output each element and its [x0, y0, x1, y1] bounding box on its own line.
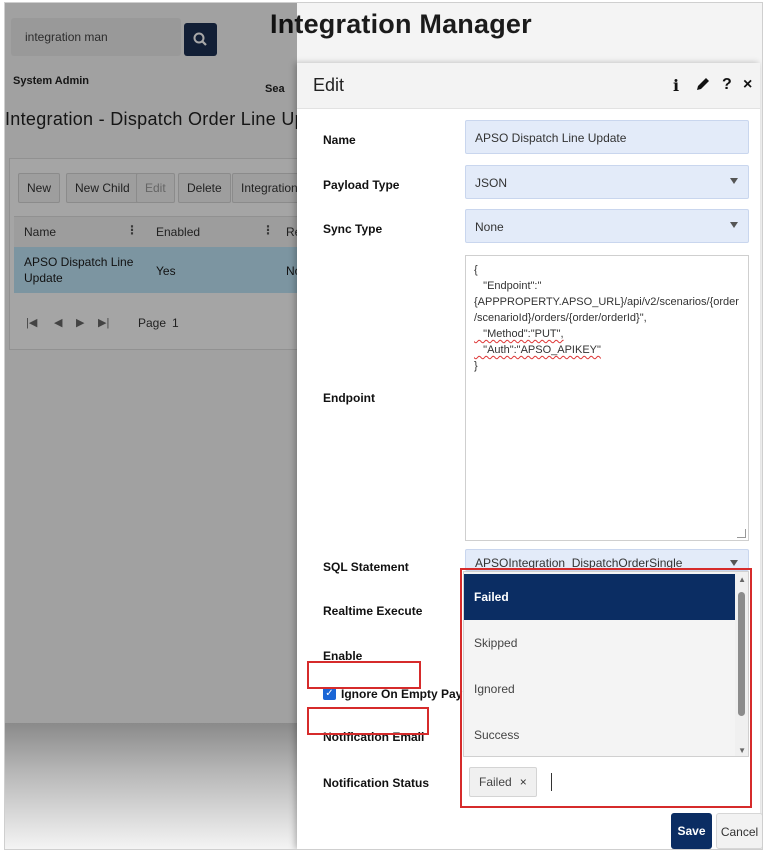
chevron-down-icon	[730, 222, 738, 228]
sql-statement-label: SQL Statement	[323, 560, 409, 574]
app-title: Integration Manager	[270, 9, 532, 39]
dialog-header: Edit i ? ×	[297, 63, 760, 109]
edit-pencil-icon[interactable]	[695, 76, 711, 97]
modal-backdrop-fade	[5, 723, 297, 849]
notification-status-dropdown: Failed Skipped Ignored Success ▲ ▼	[463, 571, 749, 757]
modal-backdrop	[5, 3, 297, 723]
close-icon[interactable]: ×	[743, 76, 752, 94]
endpoint-textarea[interactable]: { "Endpoint":" {APPPROPERTY.APSO_URL}/ap…	[465, 255, 749, 541]
code-line: "Method":"PUT",	[474, 328, 564, 340]
status-tag-label: Failed	[479, 775, 512, 789]
cancel-button[interactable]: Cancel	[716, 813, 762, 849]
payload-type-value: JSON	[475, 176, 508, 190]
notification-status-label: Notification Status	[323, 776, 430, 790]
endpoint-label: Endpoint	[323, 391, 375, 405]
endpoint-code: { "Endpoint":" {APPPROPERTY.APSO_URL}/ap…	[474, 262, 739, 374]
chevron-down-icon	[730, 560, 738, 566]
status-tag: Failed ×	[469, 767, 537, 797]
notification-status-input[interactable]: Failed ×	[463, 759, 749, 805]
payload-type-select[interactable]: JSON	[465, 165, 749, 199]
app-window: integration man Integration Manager Syst…	[4, 2, 763, 850]
help-icon[interactable]: ?	[722, 76, 732, 94]
name-field-value: APSO Dispatch Line Update	[475, 131, 627, 145]
name-field[interactable]: APSO Dispatch Line Update	[465, 120, 749, 154]
dropdown-option-ignored[interactable]: Ignored	[464, 666, 736, 712]
dialog-title: Edit	[313, 75, 345, 95]
scrollbar-thumb[interactable]	[738, 592, 745, 716]
code-line: /scenarioId}/orders/{order/orderId}",	[474, 312, 647, 324]
payload-type-label: Payload Type	[323, 178, 400, 192]
text-cursor	[551, 773, 552, 791]
code-line: {	[474, 264, 478, 276]
scroll-down-icon[interactable]: ▼	[738, 746, 746, 755]
dropdown-scrollbar[interactable]: ▲ ▼	[735, 572, 748, 756]
remove-tag-icon[interactable]: ×	[520, 775, 527, 789]
sync-type-select[interactable]: None	[465, 209, 749, 243]
code-line: }	[474, 360, 478, 372]
info-icon[interactable]: i	[673, 76, 679, 95]
highlight-notification-email	[307, 661, 421, 689]
scroll-up-icon[interactable]: ▲	[738, 575, 746, 584]
highlight-notification-status	[307, 707, 429, 735]
code-line: "Auth":"APSO_APIKEY"	[474, 344, 601, 356]
code-line: "Endpoint":"	[474, 280, 542, 292]
dropdown-option-success[interactable]: Success	[464, 712, 736, 756]
chevron-down-icon	[730, 178, 738, 184]
save-button[interactable]: Save	[671, 813, 712, 849]
dropdown-option-skipped[interactable]: Skipped	[464, 620, 736, 666]
sync-type-value: None	[475, 220, 504, 234]
code-line: {APPPROPERTY.APSO_URL}/api/v2/scenarios/…	[474, 296, 739, 308]
name-label: Name	[323, 133, 356, 147]
sync-type-label: Sync Type	[323, 222, 383, 236]
dropdown-option-failed[interactable]: Failed	[464, 574, 736, 620]
resize-handle[interactable]	[737, 529, 746, 538]
realtime-execute-label: Realtime Execute	[323, 604, 423, 618]
